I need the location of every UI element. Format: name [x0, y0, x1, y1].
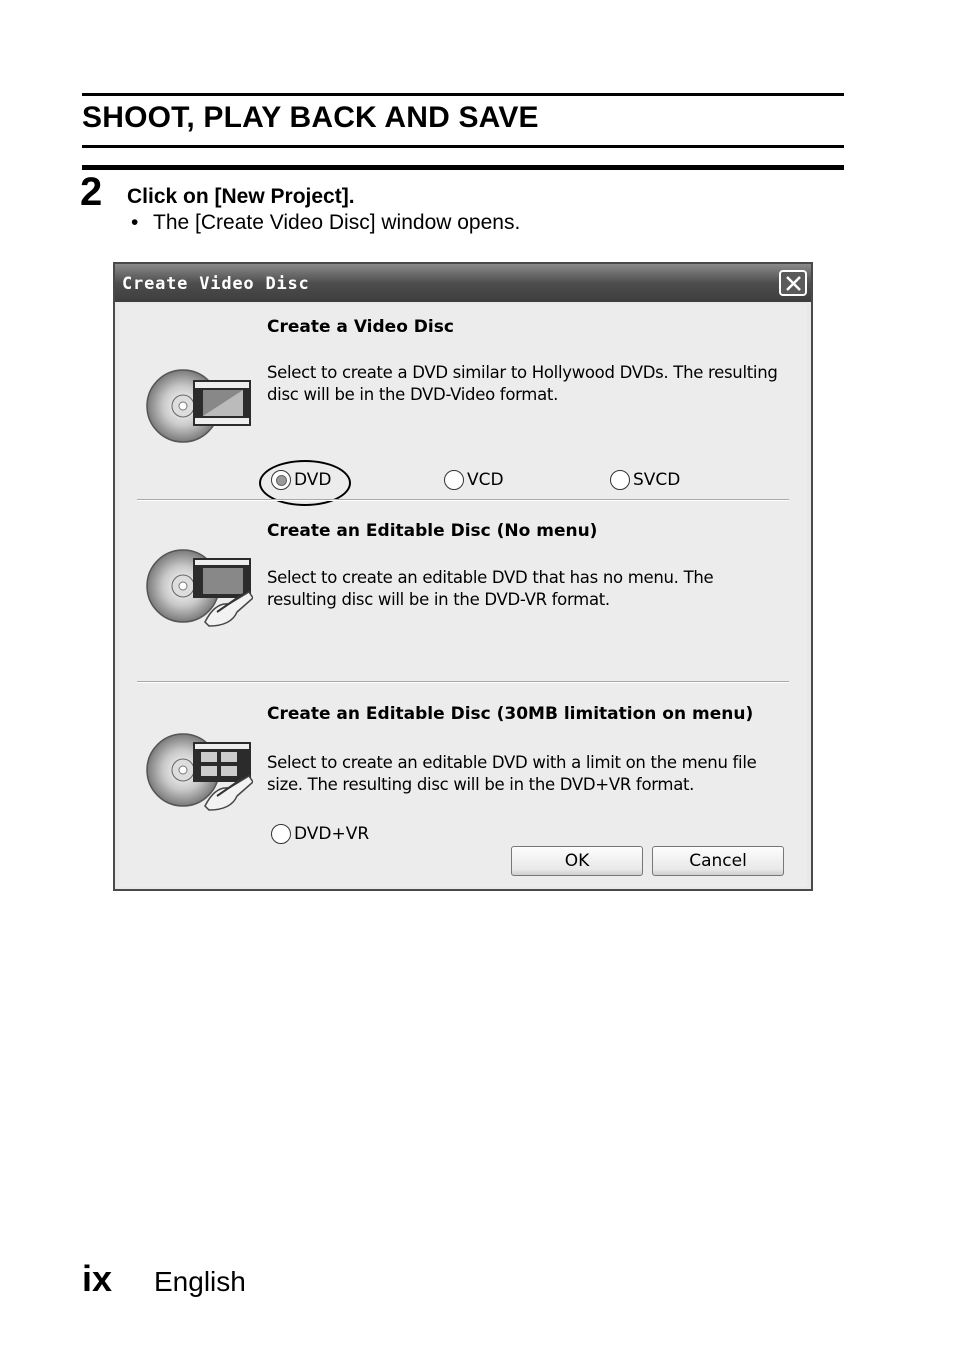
ok-button[interactable]: OK [511, 846, 643, 876]
radio-vcd-label: VCD [467, 470, 504, 490]
option-editable-no-menu-title: Create an Editable Disc (No menu) [267, 521, 598, 541]
language-label: English [154, 1266, 246, 1297]
radio-svcd-label: SVCD [633, 470, 681, 490]
bullet-glyph: • [131, 211, 139, 234]
page-number: ix [82, 1258, 113, 1299]
radio-dvd-plus-vr-indicator[interactable] [271, 824, 291, 844]
radio-vcd-indicator[interactable] [444, 470, 464, 490]
dialog-title: Create Video Disc [122, 274, 310, 294]
thick-rule [82, 165, 844, 170]
cancel-button[interactable]: Cancel [652, 846, 784, 876]
option-editable-30mb-title: Create an Editable Disc (30MB limitation… [267, 704, 754, 724]
radio-svcd-indicator[interactable] [610, 470, 630, 490]
radio-vcd[interactable]: VCD [444, 470, 504, 490]
option-video-disc-description: Select to create a DVD similar to Hollyw… [267, 363, 778, 404]
option-video-disc-title: Create a Video Disc [267, 317, 454, 337]
step-instruction: Click on [New Project]. [127, 185, 355, 208]
option-separator [137, 499, 789, 501]
editable-menu-disc-icon [146, 733, 253, 811]
editable-disc-icon [146, 549, 253, 627]
radio-svcd[interactable]: SVCD [610, 470, 680, 490]
step-note-text: The [Create Video Disc] window opens. [153, 211, 521, 234]
video-disc-icon [146, 369, 251, 443]
create-video-disc-dialog: Create Video Disc Create a Video Disc Se… [113, 262, 813, 891]
dialog-client-area: Create a Video Disc Select to create a D… [119, 304, 807, 887]
dialog-titlebar[interactable]: Create Video Disc [115, 264, 811, 302]
close-icon [786, 276, 801, 291]
section-title: SHOOT, PLAY BACK AND SAVE [82, 101, 539, 134]
top-rule [82, 93, 844, 96]
option-editable-30mb-description: Select to create an editable DVD with a … [267, 753, 757, 794]
radio-dvd-plus-vr-label: DVD+VR [294, 824, 370, 844]
step-note: • The [Create Video Disc] window opens. [131, 211, 520, 235]
option-separator [137, 681, 789, 683]
option-editable-no-menu-description: Select to create an editable DVD that ha… [267, 568, 714, 609]
close-button[interactable] [779, 270, 807, 296]
radio-dvd-plus-vr[interactable]: DVD+VR [271, 824, 369, 844]
step-number: 2 [80, 170, 103, 214]
title-bottom-rule [82, 145, 844, 148]
